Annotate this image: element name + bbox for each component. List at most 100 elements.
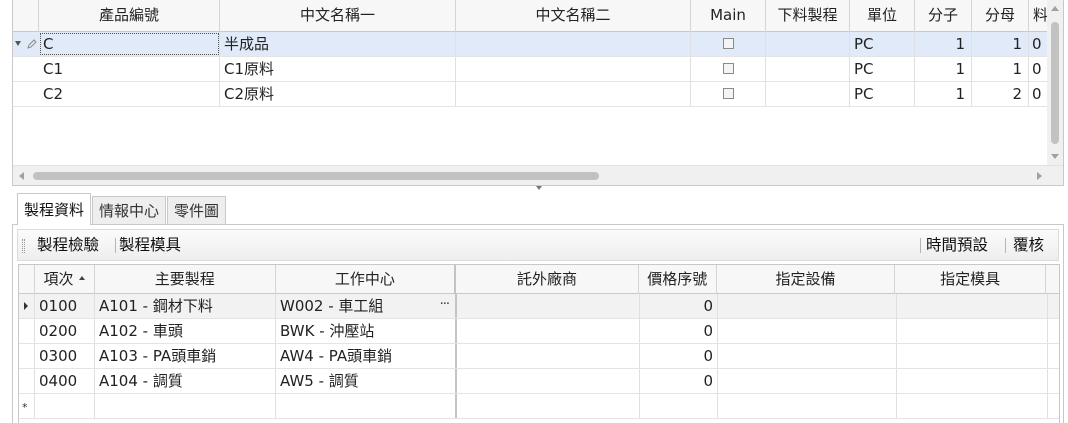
- cell-main-process[interactable]: A104 - 調質: [95, 369, 276, 393]
- cell-main-process[interactable]: [95, 394, 276, 418]
- cell-cutting-process[interactable]: [766, 32, 850, 56]
- cell-work-center[interactable]: BWK - 沖壓站: [276, 319, 457, 343]
- cell-main[interactable]: [691, 32, 766, 56]
- cell-numerator[interactable]: 1: [915, 32, 972, 56]
- cell-mold[interactable]: [897, 319, 1048, 343]
- table-row[interactable]: 0200 A102 - 車頭 BWK - 沖壓站 0: [19, 319, 1059, 344]
- row-indicator[interactable]: *: [19, 394, 35, 418]
- cell-item[interactable]: 0100: [35, 294, 95, 318]
- col-header-price-no[interactable]: 價格序號: [639, 265, 717, 294]
- col-header-main[interactable]: Main: [691, 0, 766, 32]
- cell-work-center[interactable]: AW5 - 調質: [276, 369, 457, 393]
- cell-main-process[interactable]: A101 - 鋼材下料: [95, 294, 276, 318]
- cell-work-center[interactable]: [276, 394, 457, 418]
- cell-equipment[interactable]: [718, 344, 897, 368]
- main-checkbox[interactable]: [722, 62, 734, 74]
- cell-item[interactable]: 0400: [35, 369, 95, 393]
- cell-unit[interactable]: PC: [850, 32, 915, 56]
- process-mold-button[interactable]: 製程模具: [119, 230, 181, 260]
- cell-denominator[interactable]: 1: [972, 57, 1029, 81]
- cell-price-no[interactable]: [640, 394, 718, 418]
- tab-process-data[interactable]: 製程資料: [17, 193, 92, 225]
- col-header-cutting-process[interactable]: 下料製程: [766, 0, 850, 32]
- scroll-up-icon[interactable]: [1051, 6, 1059, 11]
- tab-parts-drawing[interactable]: 零件圖: [167, 196, 227, 225]
- cell-unit[interactable]: PC: [850, 57, 915, 81]
- row-indicator[interactable]: [19, 294, 35, 318]
- cell-outsource-vendor[interactable]: [457, 369, 640, 393]
- cell-mold[interactable]: [897, 369, 1048, 393]
- ellipsis-button[interactable]: ···: [440, 294, 450, 317]
- cell-product-code[interactable]: C1: [39, 57, 220, 81]
- col-header-denominator[interactable]: 分母: [972, 0, 1029, 32]
- col-header-unit[interactable]: 單位: [850, 0, 915, 32]
- scroll-left-icon[interactable]: [19, 172, 24, 180]
- table-row[interactable]: C 半成品 PC 1 1 0: [13, 32, 1049, 57]
- col-header-name1[interactable]: 中文名稱一: [220, 0, 456, 32]
- col-header-name2[interactable]: 中文名稱二: [456, 0, 691, 32]
- cell-item[interactable]: 0300: [35, 344, 95, 368]
- cell-name2[interactable]: [456, 57, 691, 81]
- cell-price-no[interactable]: 0: [640, 369, 718, 393]
- col-header-product-code[interactable]: 產品編號: [39, 0, 220, 32]
- col-header-item[interactable]: 項次: [35, 265, 95, 294]
- cell-name1[interactable]: C2原料: [220, 82, 456, 106]
- tab-info-center[interactable]: 情報中心: [92, 196, 167, 225]
- cell-outsource-vendor[interactable]: [457, 344, 640, 368]
- row-indicator[interactable]: [19, 369, 35, 393]
- table-row[interactable]: 0100 A101 - 鋼材下料 W002 - 車工組 ··· 0: [19, 294, 1059, 319]
- new-row[interactable]: *: [19, 394, 1059, 419]
- cell-main[interactable]: [691, 57, 766, 81]
- process-inspection-button[interactable]: 製程檢驗: [37, 230, 99, 260]
- cell-work-center[interactable]: AW4 - PA頭車銷: [276, 344, 457, 368]
- cell-item[interactable]: [35, 394, 95, 418]
- cell-outsource-vendor[interactable]: [457, 319, 640, 343]
- cell-work-center[interactable]: W002 - 車工組 ···: [276, 294, 457, 318]
- cell-mold[interactable]: [897, 294, 1048, 318]
- cell-equipment[interactable]: [718, 319, 897, 343]
- vertical-scroll-thumb[interactable]: [1051, 22, 1059, 144]
- col-header-main-process[interactable]: 主要製程: [95, 265, 276, 294]
- cell-item[interactable]: 0200: [35, 319, 95, 343]
- cell-equipment[interactable]: [718, 294, 897, 318]
- cell-mold[interactable]: [897, 344, 1048, 368]
- cell-numerator[interactable]: 1: [915, 57, 972, 81]
- table-row[interactable]: C1 C1原料 PC 1 1 0: [13, 57, 1049, 82]
- col-header-work-center[interactable]: 工作中心: [276, 265, 457, 294]
- cell-price-no[interactable]: 0: [640, 294, 718, 318]
- cell-main-process[interactable]: A102 - 車頭: [95, 319, 276, 343]
- table-row[interactable]: 0400 A104 - 調質 AW5 - 調質 0: [19, 369, 1059, 394]
- cell-outsource-vendor[interactable]: [457, 394, 640, 418]
- cell-product-code[interactable]: C: [39, 32, 220, 56]
- expand-arrow-icon[interactable]: [15, 41, 21, 46]
- horizontal-scrollbar[interactable]: [13, 165, 1063, 185]
- cell-name1[interactable]: C1原料: [220, 57, 456, 81]
- row-indicator[interactable]: [19, 319, 35, 343]
- cell-product-code[interactable]: C2: [39, 82, 220, 106]
- col-header-equipment[interactable]: 指定設備: [717, 265, 896, 294]
- cell-denominator[interactable]: 1: [972, 32, 1029, 56]
- cell-equipment[interactable]: [718, 394, 897, 418]
- cell-material[interactable]: 0: [1029, 32, 1049, 56]
- scroll-right-icon[interactable]: [1037, 172, 1042, 180]
- horizontal-scroll-thumb[interactable]: [33, 172, 599, 180]
- cell-main[interactable]: [691, 82, 766, 106]
- cell-name2[interactable]: [456, 32, 691, 56]
- col-header-numerator[interactable]: 分子: [915, 0, 972, 32]
- scroll-down-icon[interactable]: [1051, 154, 1059, 159]
- col-header-outsource-vendor[interactable]: 託外廠商: [456, 265, 639, 294]
- cell-denominator[interactable]: 2: [972, 82, 1029, 106]
- cell-name1[interactable]: 半成品: [220, 32, 456, 56]
- cell-mold[interactable]: [897, 394, 1048, 418]
- cell-cutting-process[interactable]: [766, 57, 850, 81]
- cell-price-no[interactable]: 0: [640, 344, 718, 368]
- main-checkbox[interactable]: [722, 87, 734, 99]
- table-row[interactable]: 0300 A103 - PA頭車銷 AW4 - PA頭車銷 0: [19, 344, 1059, 369]
- cell-name2[interactable]: [456, 82, 691, 106]
- cell-unit[interactable]: PC: [850, 82, 915, 106]
- cell-numerator[interactable]: 1: [915, 82, 972, 106]
- cell-cutting-process[interactable]: [766, 82, 850, 106]
- toolbar-grip-icon[interactable]: [22, 239, 25, 253]
- vertical-scrollbar[interactable]: [1047, 0, 1063, 165]
- cell-main-process[interactable]: A103 - PA頭車銷: [95, 344, 276, 368]
